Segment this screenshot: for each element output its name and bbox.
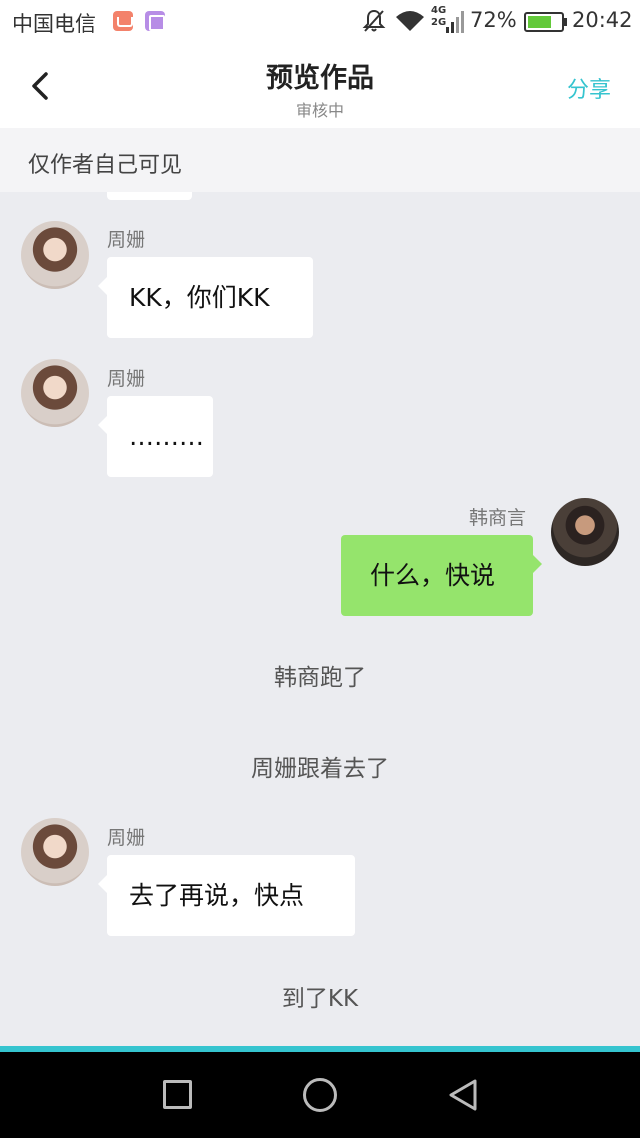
avatar-zhoushan[interactable] — [21, 818, 89, 886]
home-icon[interactable] — [303, 1078, 337, 1112]
message-text: ……… — [129, 422, 204, 451]
message-text: KK，你们KK — [129, 283, 270, 312]
message-bubble[interactable]: KK，你们KK — [98, 257, 313, 338]
carrier-name: 中国电信 — [12, 12, 96, 36]
status-bar: 中国电信 4G 2G 72% 20:42 — [0, 0, 640, 44]
message-bubble[interactable]: 去了再说，快点 — [98, 855, 355, 936]
message-bubble[interactable]: 什么，快说 — [341, 535, 542, 616]
header: 预览作品 审核中 分享 — [0, 44, 640, 128]
narration-text: 到了KK — [281, 986, 359, 1012]
sender-name: 周姗 — [107, 229, 146, 251]
battery-level — [528, 16, 552, 28]
page-title: 预览作品 — [266, 63, 374, 94]
recent-apps-icon[interactable] — [163, 1080, 192, 1109]
sender-name: 韩商言 — [469, 507, 527, 529]
battery-percent: 72% — [470, 8, 517, 32]
back-triangle-icon[interactable] — [447, 1078, 479, 1112]
notification-app-icon — [113, 11, 133, 31]
avatar-zhoushan[interactable] — [21, 359, 89, 427]
message-bubble[interactable]: ……… — [98, 396, 213, 477]
message-text: 什么，快说 — [370, 561, 496, 590]
chat-area[interactable]: 周姗 KK，你们KK 周姗 ……… 韩商言 什么，快说 韩商跑了 周姗跟着去了 … — [0, 192, 640, 1046]
avatar-hanshangyan[interactable] — [551, 498, 619, 566]
message-text: 去了再说，快点 — [129, 881, 305, 910]
gallery-app-icon — [145, 11, 165, 31]
visibility-notice-text: 仅作者自己可见 — [28, 153, 183, 178]
review-status: 审核中 — [295, 101, 344, 120]
narration-text: 韩商跑了 — [274, 665, 366, 691]
battery-icon — [524, 12, 564, 32]
sender-name: 周姗 — [107, 827, 146, 849]
sender-name: 周姗 — [107, 368, 146, 390]
previous-message-bubble — [107, 192, 192, 200]
visibility-notice: 仅作者自己可见 — [0, 128, 640, 192]
avatar-zhoushan[interactable] — [21, 221, 89, 289]
mute-icon — [362, 9, 386, 32]
wifi-icon — [396, 11, 424, 31]
system-nav-bar — [0, 1052, 640, 1138]
signal-icon — [446, 11, 464, 33]
narration-text: 周姗跟着去了 — [251, 756, 389, 782]
battery-tip — [564, 18, 567, 26]
network-type: 4G 2G — [431, 5, 447, 28]
share-button[interactable]: 分享 — [567, 72, 611, 104]
clock: 20:42 — [572, 8, 633, 32]
